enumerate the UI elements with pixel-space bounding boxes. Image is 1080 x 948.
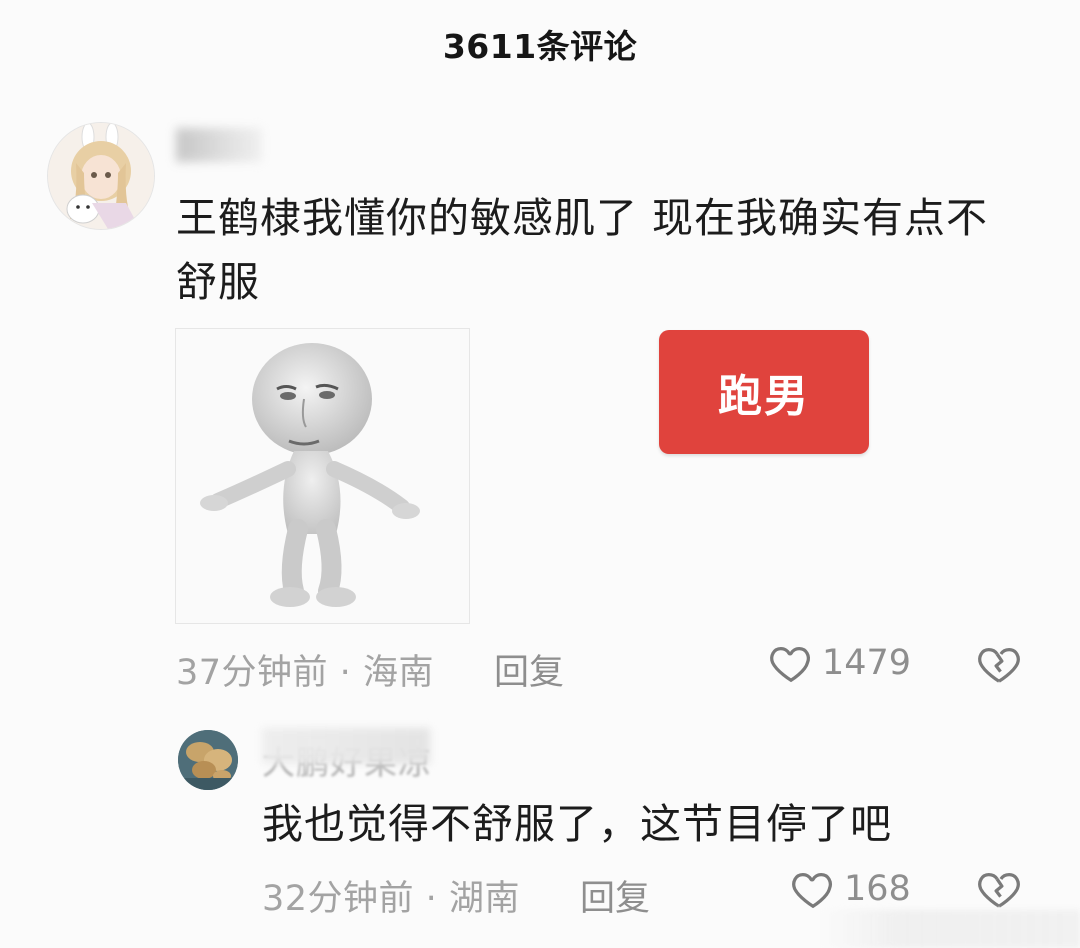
comment-location: 海南 [362, 653, 434, 693]
like-count: 1479 [822, 643, 912, 683]
meme-image[interactable] [175, 328, 470, 624]
username-redaction [262, 728, 430, 764]
anime-girl-avatar-icon [48, 123, 154, 229]
user-avatar[interactable] [47, 122, 155, 230]
username-redacted[interactable] [176, 128, 262, 162]
reply-meta: 32分钟前 · 湖南 [262, 870, 520, 921]
comment-meta: 37分钟前 · 海南 [176, 644, 434, 695]
topic-tag-button[interactable]: 跑男 [659, 330, 869, 454]
comments-count-title: 3611条评论 [442, 27, 638, 66]
like-button[interactable]: 1479 [768, 640, 911, 686]
reply-location: 湖南 [448, 879, 520, 919]
heart-icon [792, 872, 832, 909]
comments-page: 3611条评论 王鹤棣我懂你的敏感肌了 现在我确实有点不 舒服 跑男 37分钟前… [0, 0, 1080, 948]
reply-time: 32分钟前 [262, 879, 415, 919]
reply-like-button[interactable]: 168 [790, 866, 911, 912]
broken-heart-icon [978, 872, 1020, 908]
broken-heart-icon [978, 647, 1020, 683]
reply-like-count: 168 [844, 869, 911, 909]
meta-separator: · [414, 879, 449, 919]
reply-user-avatar[interactable] [178, 730, 238, 790]
watermark-blur [820, 910, 1080, 948]
food-photo-avatar-icon [178, 730, 238, 790]
reply-reply-button[interactable]: 回复 [580, 870, 650, 921]
comment-text: 王鹤棣我懂你的敏感肌了 现在我确实有点不 舒服 [176, 194, 989, 306]
meme-figure-icon [200, 343, 420, 607]
reply-text: 我也觉得不舒服了，这节目停了吧 [262, 800, 892, 848]
comment-time: 37分钟前 [176, 653, 329, 693]
reply-dislike-button[interactable] [976, 866, 1022, 916]
meta-separator: · [328, 653, 363, 693]
dislike-button[interactable] [976, 641, 1022, 691]
heart-icon [770, 646, 810, 683]
reply-button[interactable]: 回复 [494, 644, 564, 695]
